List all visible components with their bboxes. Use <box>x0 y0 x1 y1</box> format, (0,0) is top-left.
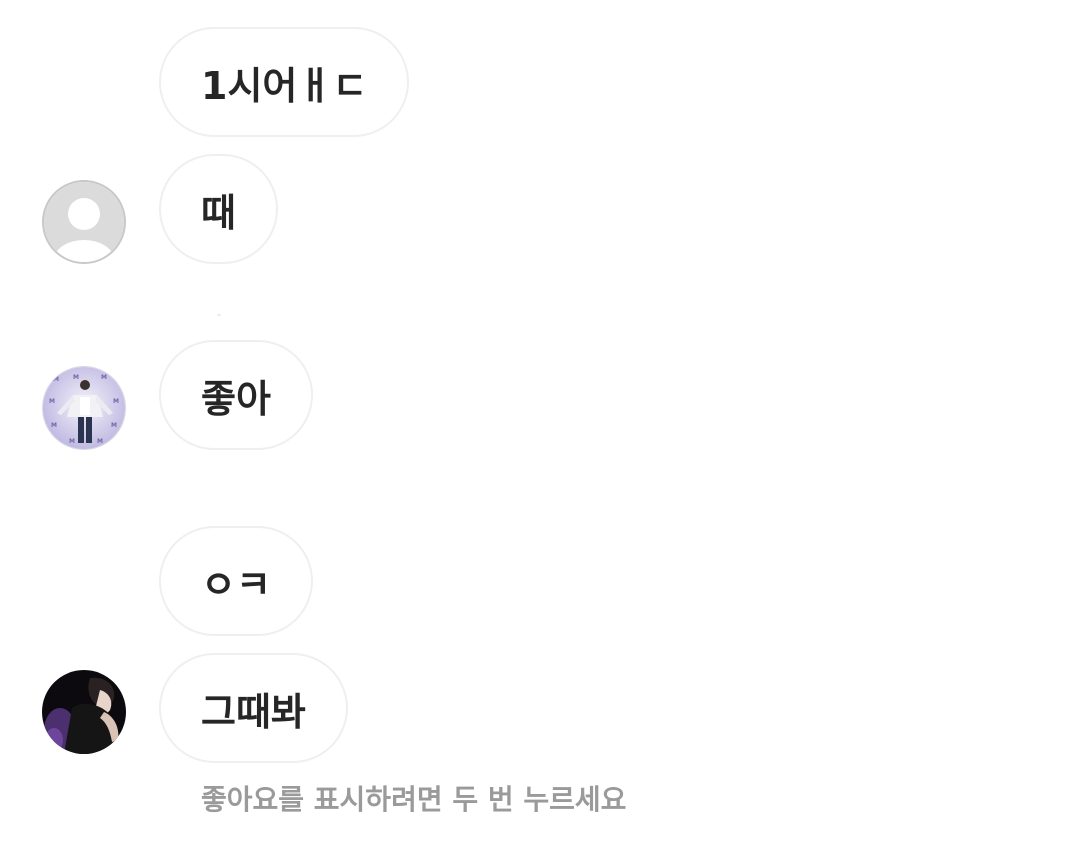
message-text: 때 <box>201 190 236 235</box>
svg-text:M: M <box>97 438 103 445</box>
svg-text:M: M <box>49 398 55 405</box>
svg-text:M: M <box>53 376 59 383</box>
divider-speck <box>217 314 221 316</box>
profile-avatar-dark[interactable] <box>42 670 126 754</box>
profile-photo-icon: M M M M M M M M M <box>43 367 125 449</box>
svg-text:M: M <box>113 398 119 405</box>
message-text: 그때봐 <box>201 689 306 734</box>
message-text: ㅇㅋ <box>201 562 271 607</box>
svg-text:M: M <box>51 422 57 429</box>
svg-text:M: M <box>73 374 79 381</box>
message-text: 좋아 <box>201 376 271 421</box>
svg-text:M: M <box>69 438 75 445</box>
message-bubble[interactable]: 때 <box>159 154 278 264</box>
message-bubble[interactable]: 그때봐 <box>159 653 348 763</box>
message-bubble[interactable]: ㅇㅋ <box>159 526 313 636</box>
svg-text:M: M <box>101 374 107 381</box>
double-tap-like-hint: 좋아요를 표시하려면 두 번 누르세요 <box>201 783 627 816</box>
profile-avatar-stage[interactable]: M M M M M M M M M <box>42 366 126 450</box>
message-text: 1시어ㅐㄷ <box>201 63 368 108</box>
default-avatar[interactable] <box>42 180 126 264</box>
svg-text:M: M <box>111 422 117 429</box>
message-bubble[interactable]: 좋아 <box>159 340 313 450</box>
person-placeholder-icon <box>44 182 124 262</box>
message-bubble[interactable]: 1시어ㅐㄷ <box>159 27 410 137</box>
profile-photo-icon <box>42 670 126 754</box>
